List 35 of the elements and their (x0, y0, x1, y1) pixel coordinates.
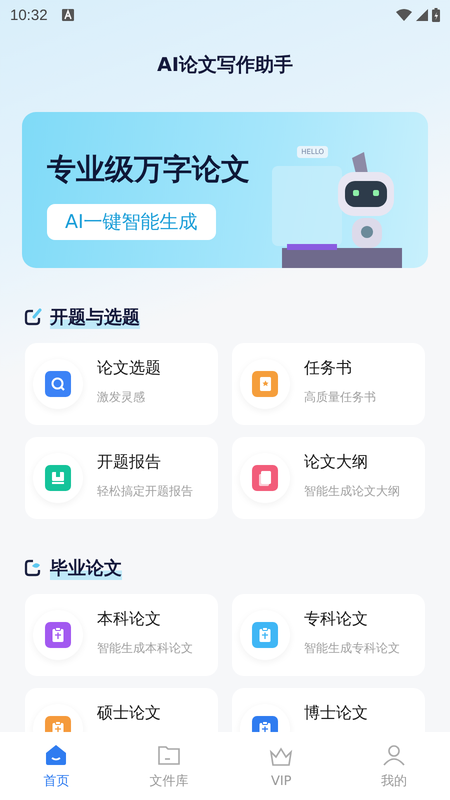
card-subtitle: 智能生成本科论文 (97, 640, 193, 657)
banner-headline: 专业级万字论文 (47, 151, 250, 188)
card-subtitle: 智能生成专科论文 (304, 640, 400, 657)
card-title: 任务书 (304, 358, 353, 379)
card-subtitle: 智能生成论文大纲 (304, 483, 400, 500)
card-subtitle: 激发灵感 (97, 389, 146, 406)
wifi-icon (396, 9, 412, 21)
signal-icon (416, 9, 428, 21)
card-subtitle: 高质量任务书 (304, 389, 376, 406)
banner-tagline: AI一键智能生成 (47, 204, 216, 240)
section-title: 开题与选题 (50, 305, 140, 329)
feature-card[interactable]: 博士论文 (232, 688, 425, 732)
feature-card[interactable]: 论文选题 激发灵感 (25, 343, 218, 425)
card-subtitle: 轻松搞定开题报告 (97, 483, 193, 500)
feature-card[interactable]: 任务书 高质量任务书 (232, 343, 425, 425)
app-title: AI论文写作助手 (156, 53, 294, 78)
feature-card[interactable]: 论文大纲 智能生成论文大纲 (232, 437, 425, 519)
nav-tab[interactable]: 首页 (0, 732, 112, 800)
feature-card[interactable]: 本科论文 智能生成本科论文 (25, 594, 218, 676)
feature-card[interactable]: 专科论文 智能生成专科论文 (232, 594, 425, 676)
section-title: 毕业论文 (50, 556, 122, 580)
card-title: 硕士论文 (97, 703, 161, 724)
pencil-icon (24, 308, 42, 326)
person-icon (380, 742, 407, 768)
feature-card[interactable]: 开题报告 轻松搞定开题报告 (25, 437, 218, 519)
card-title: 博士论文 (304, 703, 368, 724)
card-title: 本科论文 (97, 609, 162, 630)
feature-card[interactable]: 硕士论文 (25, 688, 218, 732)
card-title: 开题报告 (97, 452, 162, 473)
card-title: 专科论文 (304, 609, 369, 630)
status-time: 10:32 (10, 6, 48, 24)
card-title: 论文选题 (97, 358, 161, 379)
notification-icon (62, 9, 74, 21)
card-title: 论文大纲 (304, 452, 369, 473)
battery-icon (432, 8, 440, 22)
